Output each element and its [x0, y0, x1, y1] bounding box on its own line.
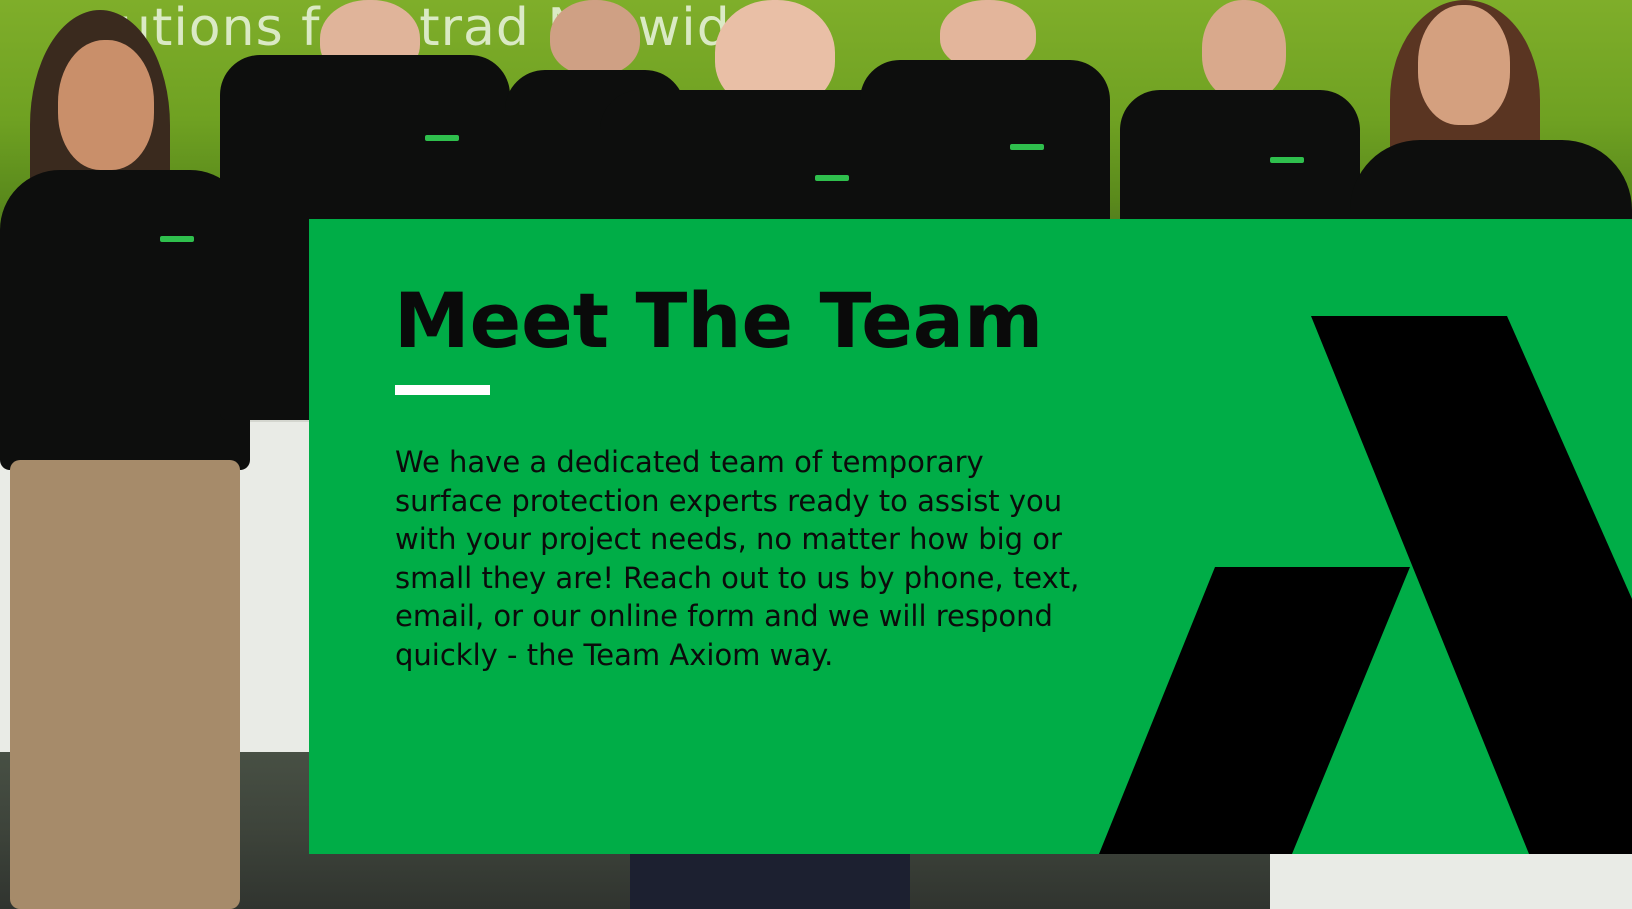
team-section: utions fo ll trad Na wide Meet The Team …	[0, 0, 1632, 909]
photo-person-7	[1350, 0, 1632, 230]
photo-legs-center	[630, 850, 910, 909]
photo-person-5	[860, 0, 1110, 230]
axiom-a-logo-icon	[1099, 316, 1632, 854]
photo-desk-right	[1270, 850, 1632, 909]
photo-person-6	[1120, 0, 1360, 230]
meet-the-team-panel: Meet The Team We have a dedicated team o…	[309, 219, 1632, 854]
